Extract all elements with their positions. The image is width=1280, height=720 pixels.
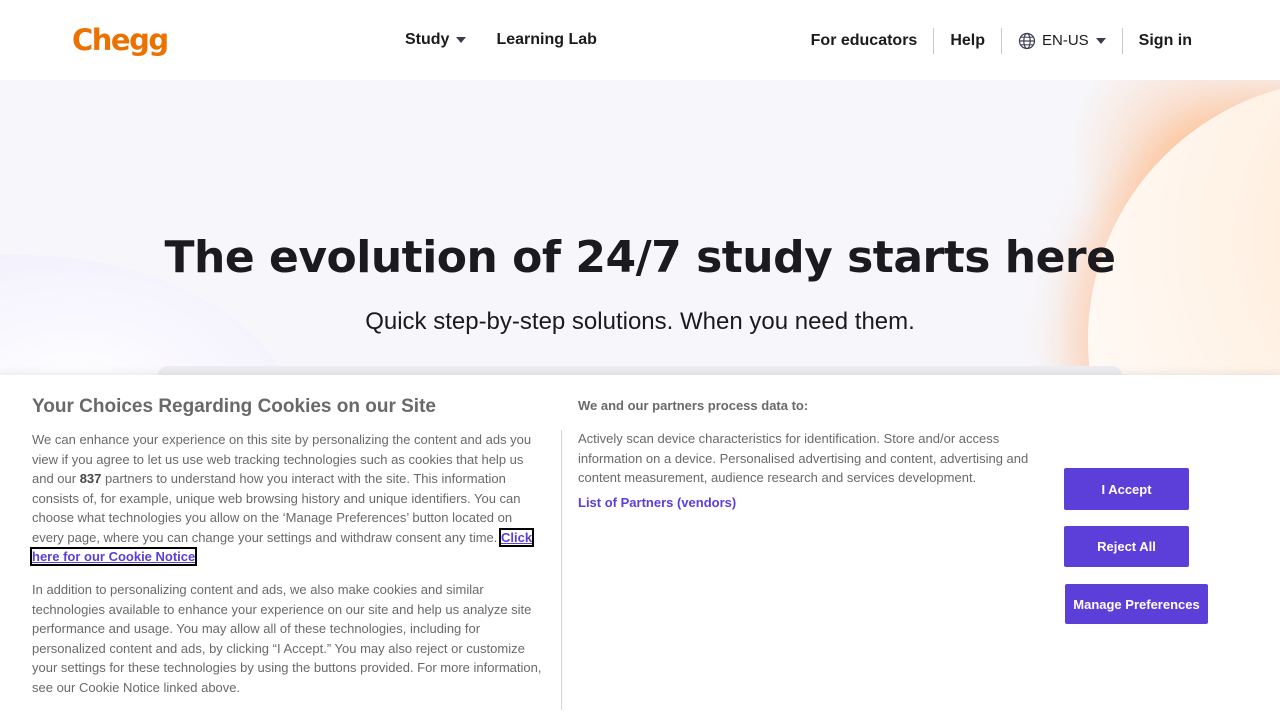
nav-learning-lab[interactable]: Learning Lab <box>496 28 596 52</box>
globe-icon <box>1018 32 1036 50</box>
sign-in-link[interactable]: Sign in <box>1139 29 1192 53</box>
partner-count: 837 <box>79 471 102 486</box>
divider <box>933 28 935 54</box>
nav-study-label: Study <box>405 31 450 48</box>
main-nav: Study Learning Lab <box>405 28 597 52</box>
hero-title: The evolution of 24/7 study starts here <box>164 232 1116 283</box>
nav-study[interactable]: Study <box>405 28 467 52</box>
cookie-banner: Your Choices Regarding Cookies on our Si… <box>0 375 1280 720</box>
hero-section: The evolution of 24/7 study starts here … <box>0 80 1280 375</box>
language-selector[interactable]: EN-US <box>1018 29 1106 53</box>
nav-learning-lab-label: Learning Lab <box>496 31 597 48</box>
cookie-title: Your Choices Regarding Cookies on our Si… <box>32 396 436 417</box>
data-processing-purposes: Actively scan device characteristics for… <box>578 431 1029 485</box>
cookie-text-part: partners to understand how you interact … <box>32 471 521 545</box>
help-link[interactable]: Help <box>950 29 985 53</box>
for-educators-link[interactable]: For educators <box>811 29 918 53</box>
manage-preferences-button[interactable]: Manage Preferences <box>1065 584 1208 624</box>
language-label: EN-US <box>1042 32 1089 49</box>
accept-button[interactable]: I Accept <box>1064 468 1189 510</box>
divider <box>1001 28 1002 54</box>
cookie-description: We can enhance your experience on this s… <box>29 430 544 567</box>
divider <box>561 430 562 710</box>
chegg-logo[interactable]: Chegg <box>72 20 169 60</box>
data-processing-title: We and our partners process data to: <box>578 398 809 413</box>
reject-all-button[interactable]: Reject All <box>1064 526 1189 567</box>
partners-list-link[interactable]: List of Partners (vendors) <box>578 494 736 512</box>
search-bar[interactable] <box>158 366 1122 375</box>
cookie-description-secondary: In addition to personalizing content and… <box>32 582 542 695</box>
chevron-down-icon <box>456 37 467 43</box>
hero-subtitle: Quick step-by-step solutions. When you n… <box>365 308 915 335</box>
chevron-down-icon <box>1095 38 1106 44</box>
header-actions: For educators Help EN-US Sign in <box>811 28 1192 54</box>
divider <box>1121 28 1123 54</box>
site-header: Chegg Study Learning Lab For educators H… <box>0 0 1280 80</box>
